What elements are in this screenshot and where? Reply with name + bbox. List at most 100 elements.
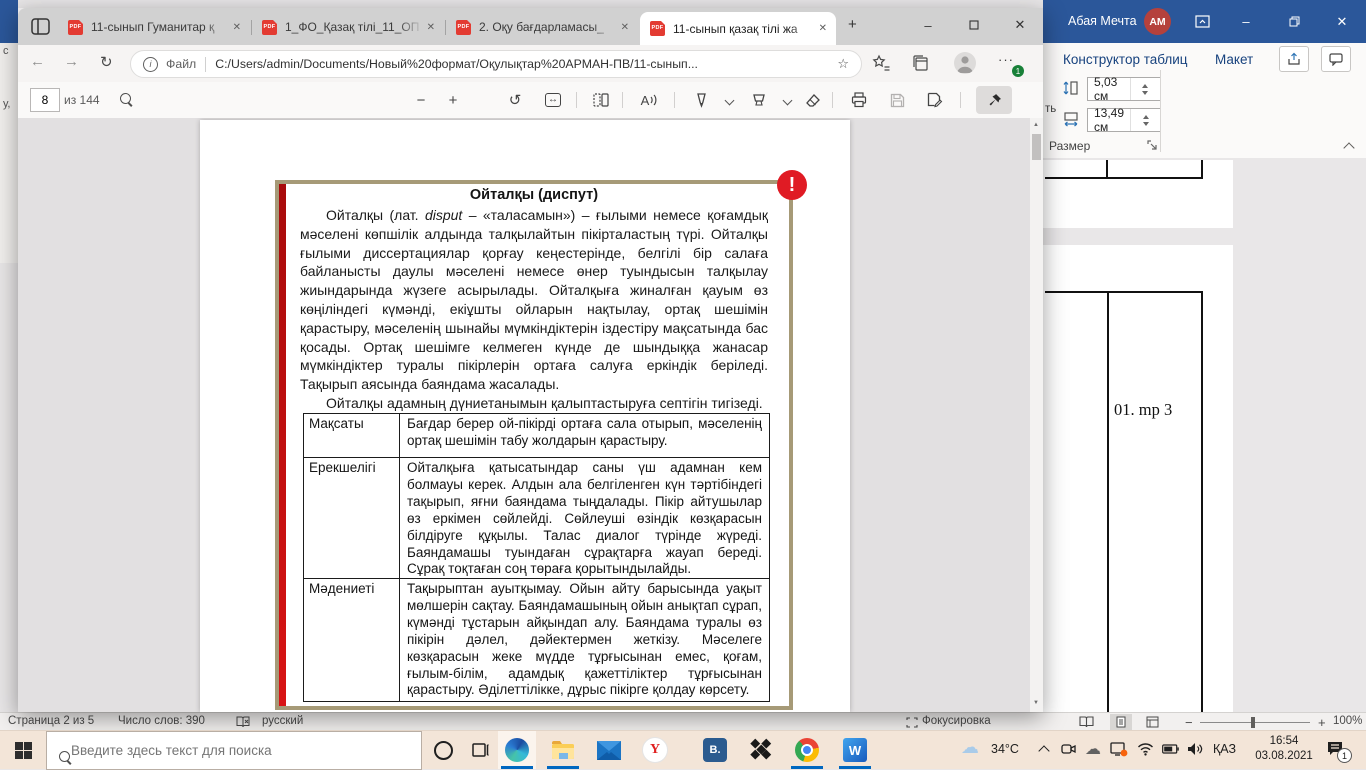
zoom-in-button[interactable]: + [1318,715,1326,730]
zoom-slider-handle[interactable] [1251,717,1255,728]
save-as-icon[interactable] [924,89,946,111]
zoom-out-icon[interactable]: − [410,89,432,111]
taskbar-edge-icon[interactable] [498,731,536,769]
proofing-errors-icon[interactable] [236,716,250,728]
favorites-hub-icon[interactable] [872,54,890,72]
word-table-cell-text[interactable]: 01. mp 3 [1114,400,1172,420]
display-project-icon[interactable] [1110,742,1128,757]
address-bar[interactable]: i Файл C:/Users/admin/Documents/Новый%20… [130,50,862,78]
taskbar-mail-icon[interactable] [590,731,628,769]
zoom-out-button[interactable]: − [1185,715,1193,730]
width-spinner[interactable] [1130,109,1160,131]
word-account-avatar[interactable]: AM [1144,8,1171,35]
refresh-icon[interactable]: ↻ [100,53,113,71]
battery-icon[interactable] [1162,744,1179,754]
pdf-content-area[interactable]: ! Ойталқы (диспут) Ойталқы (лат. disput … [18,118,1043,712]
forward-icon[interactable]: → [64,53,79,70]
pin-toolbar-icon[interactable] [976,86,1012,114]
cortana-icon[interactable] [424,731,462,769]
zoom-in-icon[interactable]: + [442,89,464,111]
taskbar-chrome-icon[interactable] [788,731,826,769]
zoom-percent[interactable]: 100% [1333,715,1362,727]
wifi-icon[interactable] [1137,742,1154,756]
tab-close-icon[interactable]: ✕ [819,23,827,34]
site-info-icon[interactable]: i [143,57,158,72]
status-page-number[interactable]: Страница 2 из 5 [8,715,94,727]
rotate-icon[interactable]: ↺ [504,89,526,111]
edge-minimize-button[interactable]: – [905,8,951,42]
web-layout-icon[interactable] [1146,716,1159,728]
ribbon-display-options-icon[interactable] [1195,14,1210,29]
erase-icon[interactable] [802,89,824,111]
scrollbar-thumb[interactable] [1032,134,1041,160]
read-mode-icon[interactable] [1079,716,1094,728]
browser-tab-1[interactable]: PDF 11-сынып Гуманитар қ ✕ [58,14,250,40]
new-tab-button[interactable]: + [848,16,857,33]
browser-tab-3[interactable]: PDF 2. Оқу бағдарламасы_ ✕ [446,14,638,40]
tab-table-design[interactable]: Конструктор таблиц [1063,52,1188,67]
highlight-icon[interactable] [748,89,770,111]
browser-tab-4-active[interactable]: PDF 11-сынып қазақ тілі жа ✕ [640,12,836,45]
fit-to-width-icon[interactable]: ↔ [542,89,564,111]
cell-width-input[interactable]: 13,49 см [1087,108,1161,132]
word-account-name[interactable]: Абая Мечта [1068,14,1137,28]
page-number-input[interactable] [30,88,60,112]
keyboard-language[interactable]: ҚАЗ [1213,742,1236,756]
tab-close-icon[interactable]: ✕ [233,22,241,33]
word-restore-button[interactable] [1270,0,1318,43]
onedrive-icon[interactable]: ☁ [1085,739,1101,759]
print-icon[interactable] [848,89,870,111]
tab-close-icon[interactable]: ✕ [427,22,435,33]
print-layout-icon[interactable] [1110,714,1132,730]
more-menu-icon[interactable]: ··· [998,52,1014,67]
browser-tab-2[interactable]: PDF 1_ФО_Қазақ тілі_11_ОП ✕ [252,14,444,40]
word-document-area[interactable]: 01. mp 3 [1043,158,1366,712]
taskbar-word-icon[interactable]: W [836,731,874,769]
tab-actions-icon[interactable] [31,17,50,36]
taskbar-file-explorer-icon[interactable] [544,731,582,769]
collapse-ribbon-icon[interactable] [1343,142,1354,153]
taskbar-search-input[interactable] [69,742,421,759]
weather-icon[interactable]: ☁ [961,737,979,758]
add-favorite-icon[interactable]: ☆ [837,56,849,72]
weather-temp[interactable]: 34°C [991,742,1019,756]
collections-icon[interactable] [912,54,930,72]
status-word-count[interactable]: Число слов: 390 [118,715,205,727]
word-minimize-button[interactable]: – [1222,0,1270,43]
tab-close-icon[interactable]: ✕ [621,22,629,33]
word-close-button[interactable]: ✕ [1318,0,1366,43]
page-view-icon[interactable] [590,89,612,111]
status-language[interactable]: русский [262,715,303,727]
scroll-up-icon[interactable]: ▲ [1033,122,1039,128]
start-button[interactable] [4,731,42,769]
profile-avatar-icon[interactable] [954,52,976,74]
cell-height-input[interactable]: 5,03 см [1087,77,1161,101]
edge-close-button[interactable]: ✕ [997,8,1043,42]
tray-overflow-chevron[interactable] [1038,745,1049,756]
meet-now-icon[interactable] [1061,742,1077,756]
share-button[interactable] [1279,46,1309,72]
pdf-scrollbar[interactable]: ▲ ▼ [1030,118,1043,712]
zoom-slider-track[interactable] [1200,722,1310,723]
height-spinner[interactable] [1130,78,1161,100]
volume-icon[interactable] [1187,742,1203,756]
back-icon[interactable]: ← [30,53,45,70]
taskbar-dropbox-icon[interactable] [742,731,780,769]
draw-pen-icon[interactable] [690,89,712,111]
focus-icon[interactable] [906,717,918,728]
highlight-options-chevron-icon[interactable] [776,89,798,111]
taskbar-search-box[interactable] [46,731,422,770]
taskbar-vk-icon[interactable]: B. [696,731,734,769]
draw-options-chevron-icon[interactable] [718,89,740,111]
clock[interactable]: 16:54 03.08.2021 [1251,734,1317,764]
url-text[interactable]: C:/Users/admin/Documents/Новый%20формат/… [215,57,837,71]
scroll-down-icon[interactable]: ▼ [1033,700,1039,706]
size-dialog-launcher-icon[interactable] [1147,140,1158,151]
taskbar-yandex-icon[interactable]: Y [636,731,674,769]
read-aloud-icon[interactable]: A [638,89,660,111]
comments-button[interactable] [1321,46,1351,72]
focus-label[interactable]: Фокусировка [922,715,991,727]
tab-table-layout[interactable]: Макет [1215,52,1253,67]
edge-maximize-button[interactable] [951,8,997,42]
task-view-icon[interactable] [462,731,500,769]
